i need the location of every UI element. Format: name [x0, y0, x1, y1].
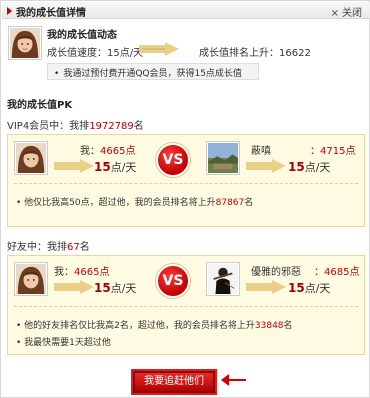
vip-rank-prefix: VIP4会员中：我排 [7, 121, 90, 132]
progress-arrow-icon [139, 42, 179, 56]
friend-pk-info: • 他的好友排名仅比我高2名，超过他，我的会员排名将上升33848名 [16, 318, 293, 331]
friend-opponent-rate-value: 15 [288, 281, 305, 295]
vip-rank-number: 1972789 [89, 121, 134, 132]
vip-pk-panel: 我：4665点 15点/天 VS 蔽嗔 ：4715点 15点/天 • 他仅比我高… [7, 134, 365, 227]
user-avatar-icon [10, 28, 40, 58]
growth-rank-rise: 成长值排名上升：16622 [199, 48, 311, 59]
friend-my-label: 我： [54, 267, 74, 278]
friend-opponent-points: ：4685点 [314, 263, 359, 278]
close-button[interactable]: × 关闭 [331, 4, 362, 19]
vip-rank-suffix: 名 [133, 121, 144, 132]
user-avatar-icon [208, 264, 238, 294]
friend-my-value: 4665点 [74, 267, 110, 278]
vip-rank-line: VIP4会员中：我排1972789名 [7, 117, 144, 132]
vip-my-value: 4665点 [100, 146, 136, 157]
my-avatar [8, 26, 42, 60]
vip-my-points: 我：4665点 [80, 142, 135, 157]
window-title: 我的成长值详情 [16, 8, 86, 19]
vip-pk-info-suffix: 名 [244, 198, 254, 208]
vip-my-rate: 15点/天 [94, 159, 136, 175]
title-bar: 我的成长值详情 × 关闭 [2, 2, 370, 19]
vip-opponent-rate-unit: 点/天 [304, 161, 331, 174]
pk-section-title: 我的成长值PK [7, 100, 73, 111]
vs-badge-icon: VS [156, 143, 190, 177]
vip-opponent-rate: 15点/天 [288, 159, 330, 175]
close-label[interactable]: 关闭 [342, 8, 362, 19]
growth-speed: 成长值速度：15点/天 [47, 48, 144, 59]
friend-pk-info-suffix: 名 [283, 321, 293, 331]
close-icon[interactable]: × [331, 8, 339, 19]
tip-text: 我通过预付费开通QQ会员，获得15点成长值 [63, 69, 242, 79]
vip-my-rate-value: 15 [94, 160, 111, 174]
friend-opponent-rate-unit: 点/天 [304, 282, 331, 295]
progress-arrow-icon [54, 159, 94, 173]
user-avatar-icon [208, 143, 238, 173]
vip-pk-info-num: 87867 [215, 198, 245, 208]
red-pointer-arrow-icon [221, 374, 246, 386]
friend-opponent-value: ：4685点 [314, 267, 360, 278]
divider [14, 306, 358, 307]
friend-my-points: 我：4665点 [54, 263, 109, 278]
friend-rank-prefix: 好友中：我排 [7, 242, 67, 253]
vip-opponent-points: ：4715点 [310, 142, 355, 157]
friend-my-rate-unit: 点/天 [110, 282, 137, 295]
growth-detail-window: 我的成长值详情 × 关闭 我的成长值动态 成长值速度：15点/天 成长值排名上升：… [0, 0, 370, 398]
friend-rank-number: 67 [67, 242, 80, 253]
growth-tip: • 我通过预付费开通QQ会员，获得15点成长值 [47, 63, 259, 80]
friend-rank-line: 好友中：我排67名 [7, 238, 90, 253]
progress-arrow-icon [246, 159, 286, 173]
user-avatar-icon [16, 264, 46, 294]
progress-arrow-icon [54, 280, 94, 294]
friend-my-rate: 15点/天 [94, 280, 136, 296]
friend-pk-eta: • 我最快需要1天超过他 [16, 338, 111, 348]
friend-opponent-avatar[interactable] [206, 262, 240, 296]
vip-pk-info-text: • 他仅比我高50点，超过他，我的会员排名将上升 [16, 198, 216, 208]
tip-bullet: • [54, 69, 60, 79]
friend-pk-info-num: 33848 [254, 321, 284, 331]
vip-my-avatar [14, 141, 48, 175]
arrow-right-icon [7, 7, 12, 15]
vip-opponent-rate-value: 15 [288, 160, 305, 174]
vip-my-label: 我： [80, 146, 100, 157]
vip-opponent-avatar[interactable] [206, 141, 240, 175]
progress-arrow-icon [246, 280, 286, 294]
friend-pk-info-text: • 他的好友排名仅比我高2名，超过他，我的会员排名将上升 [16, 321, 255, 331]
friend-pk-panel: 我：4665点 15点/天 VS 優雅的邪惡 ：4685点 15点/天 • 他的… [7, 255, 365, 355]
friend-opponent-rate: 15点/天 [288, 280, 330, 296]
vs-badge-icon: VS [156, 264, 190, 298]
vip-pk-info: • 他仅比我高50点，超过他，我的会员排名将上升87867名 [16, 195, 253, 208]
divider [14, 183, 358, 184]
friend-my-rate-value: 15 [94, 281, 111, 295]
vip-opponent-name[interactable]: 蔽嗔 [251, 142, 271, 157]
friend-my-avatar [14, 262, 48, 296]
friend-rank-suffix: 名 [79, 242, 90, 253]
vip-my-rate-unit: 点/天 [110, 161, 137, 174]
vip-opponent-value: ：4715点 [310, 146, 356, 157]
chase-button[interactable]: 我要追赶他们 [131, 369, 217, 395]
growth-dynamic-title: 我的成长值动态 [47, 30, 117, 41]
user-avatar-icon [16, 143, 46, 173]
friend-opponent-name[interactable]: 優雅的邪惡 [251, 263, 301, 278]
